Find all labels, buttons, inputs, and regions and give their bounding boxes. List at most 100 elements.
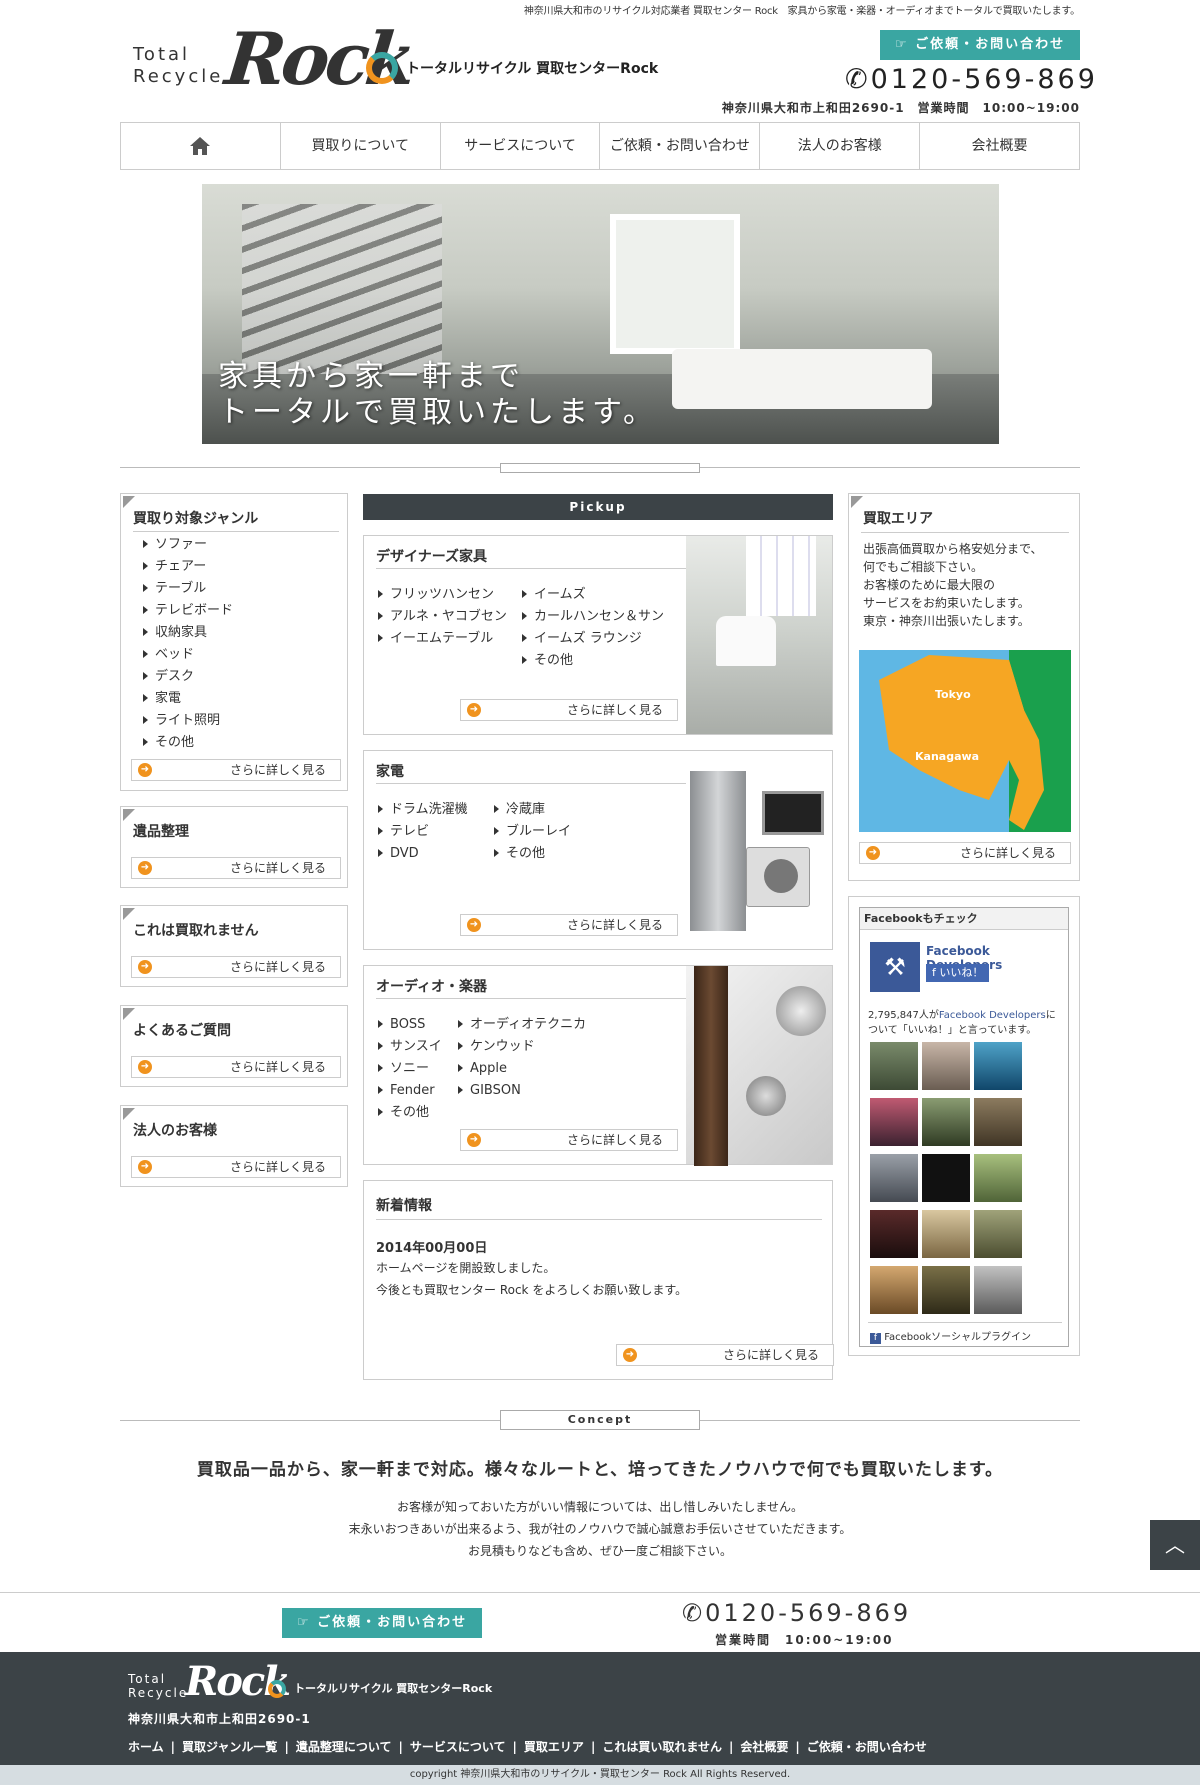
more-button[interactable]: ➜ さらに詳しく見る: [460, 914, 678, 936]
genre-item[interactable]: デスク: [143, 666, 233, 688]
news-date: 2014年00月00日: [376, 1241, 488, 1256]
genre-item[interactable]: テレビボード: [143, 600, 233, 622]
card-item[interactable]: テレビ: [378, 821, 468, 843]
fan-avatar[interactable]: [974, 1266, 1022, 1314]
footer: Total Recycle Rock トータルリサイクル 買取センターRock 神…: [0, 1652, 1200, 1765]
card-item[interactable]: その他: [522, 650, 664, 672]
footer-phone[interactable]: ✆0120-569-869: [682, 1599, 911, 1627]
fan-avatar[interactable]: [870, 1154, 918, 1202]
developers-logo-icon[interactable]: ⚒: [870, 942, 920, 992]
genre-item[interactable]: ソファー: [143, 534, 233, 556]
hero-line1: 家具から家一軒まで: [218, 359, 524, 394]
genre-item[interactable]: 収納家具: [143, 622, 233, 644]
footer-link[interactable]: 遺品整理について: [296, 1740, 392, 1754]
nav-about-buying[interactable]: 買取りについて: [281, 123, 441, 169]
address-hours: 神奈川県大和市上和田2690-1 営業時間 10:00~19:00: [721, 101, 1080, 115]
hero-caption: 家具から家一軒まで トータルで買取いたします。: [218, 359, 657, 431]
genre-item[interactable]: ベッド: [143, 644, 233, 666]
fan-avatar[interactable]: [870, 1098, 918, 1146]
card-item[interactable]: DVD: [378, 843, 468, 865]
nav-corporate[interactable]: 法人のお客様: [760, 123, 921, 169]
corner-mark: [123, 496, 135, 508]
more-button[interactable]: ➜ さらに詳しく見る: [131, 759, 341, 781]
more-button[interactable]: ➜ さらに詳しく見る: [616, 1344, 834, 1366]
card-title: オーディオ・楽器: [376, 979, 488, 995]
more-button[interactable]: ➜ さらに詳しく見る: [131, 1156, 341, 1178]
footer-link[interactable]: 買取エリア: [524, 1740, 584, 1754]
footer-link[interactable]: ホーム: [128, 1740, 164, 1754]
footer-contact-button[interactable]: ☞ ご依頼・お問い合わせ: [282, 1608, 482, 1638]
fan-avatar[interactable]: [870, 1042, 918, 1090]
chevron-up-icon: ︿: [1165, 1533, 1185, 1557]
genre-item[interactable]: テーブル: [143, 578, 233, 600]
card-item[interactable]: その他: [378, 1102, 442, 1124]
map-label-tokyo: Tokyo: [935, 688, 971, 701]
footer-link[interactable]: 買取ジャンル一覧: [182, 1740, 277, 1754]
more-button[interactable]: ➜ さらに詳しく見る: [131, 857, 341, 879]
nav-contact[interactable]: ご依頼・お問い合わせ: [600, 123, 761, 169]
card-item[interactable]: ドラム洗濯機: [378, 799, 468, 821]
nav-services[interactable]: サービスについて: [441, 123, 601, 169]
card-item[interactable]: その他: [494, 843, 571, 865]
card-item[interactable]: イーエムテーブル: [378, 628, 507, 650]
phone-number[interactable]: ✆0120-569-869: [845, 64, 1098, 95]
card-item[interactable]: イームズ ラウンジ: [522, 628, 664, 650]
genre-box: 買取り対象ジャンル ソファー チェアー テーブル テレビボード 収納家具 ベッド…: [120, 493, 348, 791]
card-item[interactable]: イームズ: [522, 584, 664, 606]
more-button[interactable]: ➜ さらに詳しく見る: [859, 842, 1071, 864]
nav-home[interactable]: [121, 123, 281, 169]
facebook-like-button[interactable]: f いいね！: [926, 964, 990, 982]
fan-avatar[interactable]: [870, 1266, 918, 1314]
card-item[interactable]: フリッツハンセン: [378, 584, 507, 606]
back-to-top-button[interactable]: ︿: [1150, 1520, 1200, 1570]
card-item[interactable]: BOSS: [378, 1014, 442, 1036]
card-item[interactable]: サンスイ: [378, 1036, 442, 1058]
fan-avatar[interactable]: [974, 1042, 1022, 1090]
card-item[interactable]: 冷蔵庫: [494, 799, 571, 821]
fan-avatar[interactable]: [922, 1042, 970, 1090]
arrow-right-icon: ➜: [138, 1160, 152, 1174]
footer-link[interactable]: 会社概要: [740, 1740, 788, 1754]
facebook-avatars: [868, 1040, 1028, 1320]
card-item[interactable]: オーディオテクニカ: [458, 1014, 586, 1036]
nav-company[interactable]: 会社概要: [920, 123, 1079, 169]
contact-button[interactable]: ☞ ご依頼・お問い合わせ: [880, 30, 1080, 60]
area-box: 買取エリア 出張高価買取から格安処分まで、 何でもご相談下さい。 お客様のために最大…: [848, 493, 1080, 881]
card-list: フリッツハンセン アルネ・ヤコブセン イーエムテーブル: [378, 584, 507, 650]
card-item[interactable]: GIBSON: [458, 1080, 586, 1102]
footer-link[interactable]: これは買い取れません: [602, 1740, 722, 1754]
card-item[interactable]: ソニー: [378, 1058, 442, 1080]
fan-avatar[interactable]: [922, 1210, 970, 1258]
fan-avatar[interactable]: [974, 1210, 1022, 1258]
genre-item[interactable]: チェアー: [143, 556, 233, 578]
card-item[interactable]: アルネ・ヤコブセン: [378, 606, 507, 628]
genre-item[interactable]: ライト照明: [143, 710, 233, 732]
audio-image: [686, 966, 832, 1166]
fan-avatar[interactable]: [974, 1098, 1022, 1146]
more-button[interactable]: ➜ さらに詳しく見る: [131, 956, 341, 978]
fan-avatar[interactable]: [870, 1210, 918, 1258]
card-item[interactable]: Fender: [378, 1080, 442, 1102]
map-label-kanagawa: Kanagawa: [915, 750, 980, 763]
genre-item[interactable]: 家電: [143, 688, 233, 710]
fan-avatar[interactable]: [974, 1154, 1022, 1202]
fan-avatar[interactable]: [922, 1098, 970, 1146]
genre-item[interactable]: その他: [143, 732, 233, 754]
card-item[interactable]: ケンウッド: [458, 1036, 586, 1058]
more-button[interactable]: ➜ さらに詳しく見る: [460, 699, 678, 721]
more-button[interactable]: ➜ さらに詳しく見る: [460, 1129, 678, 1151]
card-title: 家電: [376, 764, 404, 780]
logo-line2: Recycle: [133, 66, 224, 87]
more-button[interactable]: ➜ さらに詳しく見る: [131, 1056, 341, 1078]
card-item[interactable]: カールハンセン＆サン: [522, 606, 664, 628]
box-title: これは買取れません: [133, 923, 259, 939]
fan-avatar[interactable]: [922, 1154, 970, 1202]
logo-text[interactable]: Total Recycle: [133, 44, 223, 88]
facebook-box: Facebookもチェック ⚒ Facebook Developers f いい…: [848, 896, 1080, 1356]
fan-avatar[interactable]: [922, 1266, 970, 1314]
footer-link[interactable]: サービスについて: [410, 1740, 506, 1754]
card-item[interactable]: ブルーレイ: [494, 821, 571, 843]
footer-link[interactable]: ご依頼・お問い合わせ: [807, 1740, 927, 1754]
card-item[interactable]: Apple: [458, 1058, 586, 1080]
facebook-icon: f: [870, 1333, 881, 1344]
